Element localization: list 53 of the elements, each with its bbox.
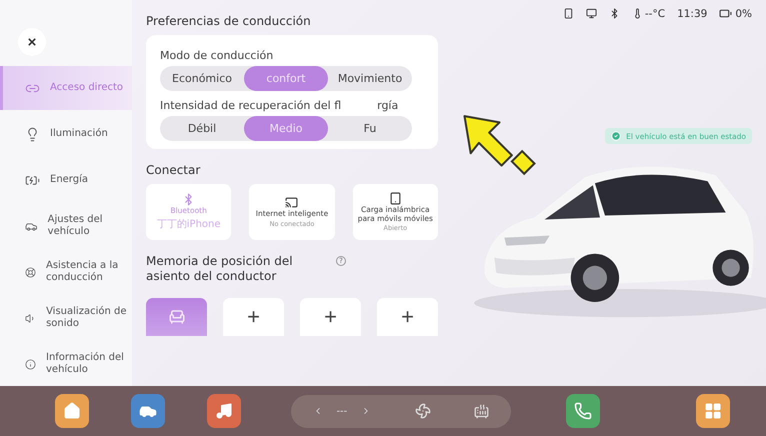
grid-icon [704,402,722,420]
close-button[interactable]: × [18,28,46,56]
sidebar-label: Acceso directo [50,82,124,94]
sidebar-item[interactable]: Visualización de sonido [0,296,132,340]
apps-app-button[interactable] [696,394,730,428]
group-label: rgía [377,99,398,112]
music-icon [215,402,233,420]
steering-wheel-icon [25,264,36,280]
sidebar-item[interactable]: Asistencia a la conducción [0,250,132,294]
car-app-button[interactable] [131,394,165,428]
seat-slot[interactable]: + [377,298,438,336]
cast-icon [285,196,298,210]
home-icon [63,402,81,420]
home-app-button[interactable] [55,394,89,428]
sidebar-label: Iluminación [50,128,108,140]
tile-subtitle: 丁丁的iPhone [156,218,221,231]
seat-slot[interactable]: + [223,298,284,336]
sidebar-label: Asistencia a la conducción [46,260,120,284]
temperature-value: --- [336,406,348,416]
mode-option[interactable]: Económico [160,66,244,91]
info-icon [25,356,36,372]
seat-icon [168,308,186,326]
temperature: --°C [644,8,666,20]
music-app-button[interactable] [207,394,241,428]
group-label: Modo de conducción [160,49,274,62]
sidebar-item[interactable]: Información del vehículo [0,342,132,386]
bluetooth-icon [608,8,620,19]
sidebar-label: Información del vehículo [46,352,125,376]
phone-icon [562,8,574,19]
sidebar-label: Visualización de sonido [46,306,128,330]
section-title: Preferencias de conducción [146,14,312,28]
mode-option[interactable]: Fu [328,116,412,141]
phone-icon [574,402,592,420]
screen-icon [586,8,597,19]
phone-app-button[interactable] [566,394,600,428]
section-title: Memoria de posición del asiento del conductor [146,254,294,284]
seat-slot[interactable]: + [300,298,361,336]
battery-icon [719,7,732,20]
mode-option[interactable]: Débil [160,116,244,141]
sidebar-label: Ajustes del vehículo [48,214,104,238]
sidebar-label: Energía [50,174,88,186]
sidebar-item[interactable]: Iluminación [0,112,132,156]
mode-option[interactable]: Movimiento [328,66,412,91]
fan-icon[interactable] [414,403,431,419]
sidebar-item[interactable]: Ajustes del vehículo [0,204,132,248]
battery-level: 0% [735,8,752,20]
phone-icon [388,192,402,205]
sidebar-item[interactable]: Energía [0,158,132,202]
group-label: Intensidad de recuperación del fl [160,99,342,112]
clock: 11:39 [677,8,708,20]
check-icon [611,131,622,141]
defrost-icon[interactable] [474,404,490,418]
section-title: Conectar [146,163,202,177]
